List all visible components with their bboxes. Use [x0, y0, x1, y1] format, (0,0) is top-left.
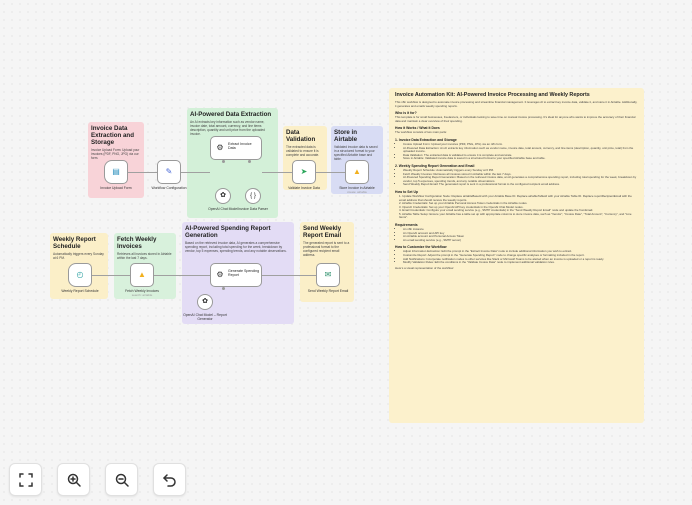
extract-parser-port[interactable]	[248, 160, 251, 163]
robot-icon: ⚙	[216, 143, 224, 152]
pencil-icon: ✎	[165, 167, 173, 176]
edge-generate-send	[262, 275, 316, 276]
list-item: Send Weekly Report Email: The generated …	[403, 183, 638, 187]
note-outro: Here's a visual representation of the wo…	[395, 265, 455, 270]
generate-spending-report-node[interactable]: ⚙ Generate Spending Report	[210, 263, 262, 287]
validate-invoice-data-node[interactable]: ➤	[292, 160, 316, 184]
sticky-ai-extract-title: AI-Powered Data Extraction	[190, 111, 272, 118]
openai-icon: ✿	[202, 298, 208, 305]
sticky-send-title: Send Weekly Report Email	[303, 225, 342, 239]
generate-model-port[interactable]	[222, 287, 225, 290]
list-item: An email sending service (e.g., SMTP ser…	[403, 238, 638, 243]
sticky-fetch-title: Fetch Weekly Invoices	[117, 236, 157, 250]
mail-icon: ✉	[324, 270, 332, 279]
note-who-body: This template is for small businesses, f…	[395, 115, 636, 123]
store-invoice-airtable-sub: create: airtable	[347, 190, 367, 194]
robot-icon: ⚙	[216, 270, 224, 279]
edge-fetch-generate	[154, 275, 210, 276]
list-item: Store in Airtable: Validated invoice dat…	[403, 157, 638, 161]
sticky-ai-extract-body: An AI extracts key information such as v…	[190, 120, 265, 136]
sticky-fetch-body: Retrieves all invoices stored in Airtabl…	[117, 252, 172, 260]
documentation-sticky-note[interactable]: Invoice Automation Kit: AI-Powered Invoi…	[389, 88, 644, 423]
extract-invoice-data-node[interactable]: ⚙ Extract Invoice Data	[210, 136, 262, 160]
filter-icon: ➤	[300, 167, 308, 176]
sticky-validation-body: The extracted data is validated to ensur…	[286, 145, 320, 157]
undo-icon	[162, 473, 176, 487]
weekly-report-schedule-node[interactable]: ◴	[68, 263, 92, 287]
fetch-weekly-invoices-sub: search: airtable	[131, 293, 153, 297]
note-how-intro: The workflow consists of two main parts:	[395, 130, 447, 135]
validate-invoice-data-label: Validate Invoice Data	[288, 186, 320, 190]
extract-invoice-data-label: Extract Invoice Data	[228, 142, 252, 151]
fetch-weekly-invoices-node[interactable]: ▲	[130, 263, 154, 287]
openai-chat-model-node[interactable]: ✿	[215, 188, 231, 204]
sticky-upload-title: Invoice Data Extraction and Storage	[91, 125, 134, 146]
edge-schedule-fetch	[92, 275, 130, 276]
note-part2-list: Weekly Report Schedule: Automatically tr…	[395, 168, 638, 187]
sticky-ai-extract[interactable]: AI-Powered Data Extraction An AI extract…	[187, 108, 278, 218]
sticky-airtable-title: Store in Airtable	[334, 129, 358, 143]
zoom-in-button[interactable]	[57, 463, 90, 496]
note-title: Invoice Automation Kit: AI-Powered Invoi…	[395, 92, 590, 98]
list-item: 5. Airtable Table Setup: Ensure your Air…	[399, 211, 632, 220]
openai-icon: ✿	[220, 192, 226, 199]
sticky-validation-title: Data Validation	[286, 129, 316, 143]
extract-model-port[interactable]	[222, 160, 225, 163]
send-weekly-report-email-label: Send Weekly Report Email	[307, 289, 349, 293]
zoom-in-icon	[67, 473, 81, 487]
openai-chat-model-report-label: OpenAI Chat Model – Report Generator	[183, 313, 227, 321]
edge-config-extract	[180, 172, 210, 173]
send-weekly-report-email-node[interactable]: ✉	[316, 263, 340, 287]
sticky-airtable-body: Validated invoice data is saved in a str…	[334, 145, 378, 161]
sticky-ai-report-title: AI-Powered Spending Report Generation	[185, 225, 271, 239]
fit-view-icon	[18, 472, 33, 487]
invoice-data-parser-node[interactable]: { }	[245, 188, 261, 204]
note-part1-list: Invoice Upload Form: Upload your invoice…	[395, 142, 638, 161]
sticky-weekly-schedule-body: Automatically triggers every Sunday at 6…	[53, 252, 104, 260]
clock-icon: ◴	[76, 270, 84, 279]
undo-button[interactable]	[153, 463, 186, 496]
airtable-icon: ▲	[353, 167, 361, 176]
edge-upload-config	[127, 172, 157, 173]
weekly-report-schedule-label: Weekly Report Schedule	[61, 289, 99, 293]
workflow-configuration-label: Workflow Configuration	[151, 186, 187, 190]
sticky-upload-body: Invoice Upload Form: Upload your invoice…	[91, 148, 140, 160]
edge-extract-validate	[262, 172, 292, 173]
zoom-out-icon	[115, 473, 129, 487]
fit-view-button[interactable]	[9, 463, 42, 496]
braces-icon: { }	[250, 193, 256, 199]
note-intro: This n8n workflow is designed to automat…	[395, 100, 638, 108]
store-invoice-airtable-node[interactable]: ▲	[345, 160, 369, 184]
openai-chat-model-report-node[interactable]: ✿	[197, 294, 213, 310]
note-req-title: Requirements	[395, 223, 418, 228]
invoice-upload-form-label: Invoice Upload Form	[100, 186, 132, 190]
zoom-out-button[interactable]	[105, 463, 138, 496]
list-item: Modify Validation Rules: Edit the condit…	[403, 261, 638, 265]
invoice-data-parser-label: Invoice Data Parser	[238, 207, 268, 211]
invoice-upload-form-node[interactable]: ▤	[104, 160, 128, 184]
edge-validate-store	[315, 172, 345, 173]
sticky-weekly-schedule-title: Weekly Report Schedule	[53, 236, 96, 250]
note-custom-list: Adjust Information Extraction: Edit the …	[395, 250, 638, 264]
note-req-list: An n8n instance An OpenAI account and AP…	[395, 227, 638, 243]
airtable-icon: ▲	[138, 270, 146, 279]
form-icon: ▤	[112, 167, 120, 176]
sticky-send-body: The generated report is sent to a profes…	[303, 241, 350, 257]
sticky-ai-report-body: Based on the retrieved invoice data, AI …	[185, 241, 287, 253]
workflow-configuration-node[interactable]: ✎	[157, 160, 181, 184]
generate-spending-report-label: Generate Spending Report	[228, 269, 260, 278]
note-setup-list: 1. Update Workflow Configuration Node: R…	[395, 194, 638, 220]
